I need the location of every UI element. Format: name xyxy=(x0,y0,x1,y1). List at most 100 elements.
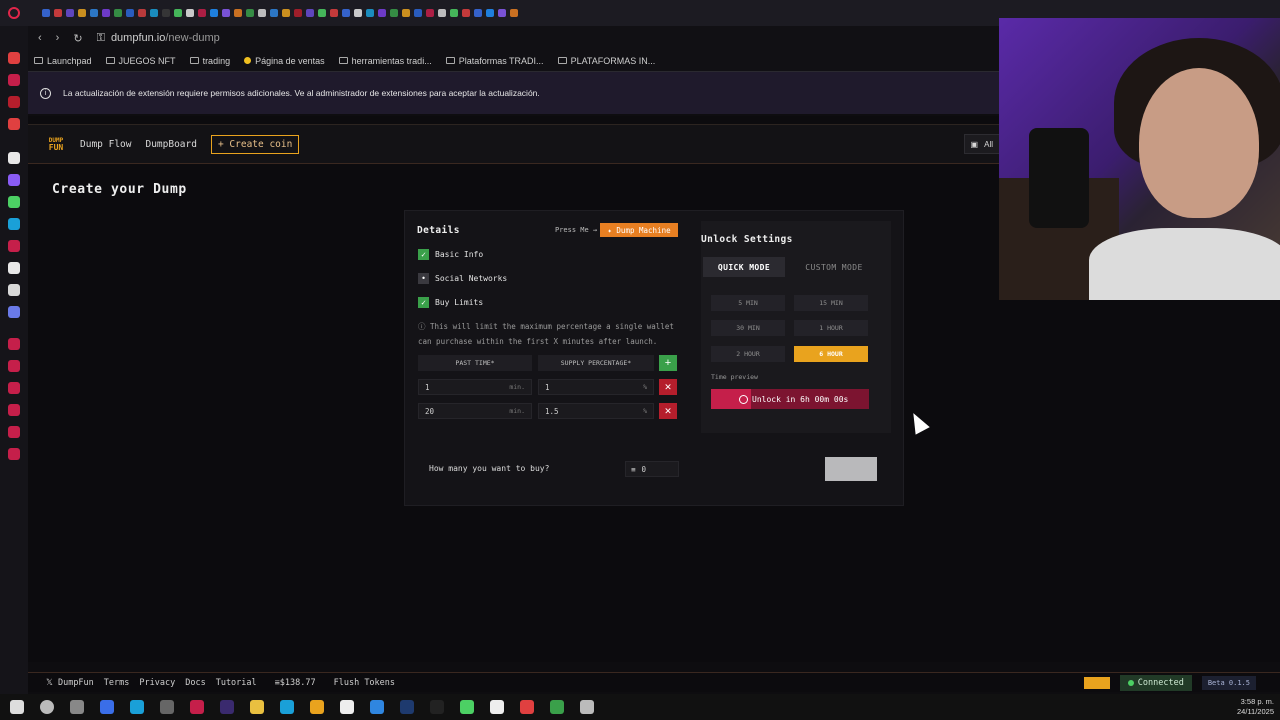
settings-icon[interactable] xyxy=(8,448,20,460)
bookmark-item[interactable]: PLATAFORMAS IN... xyxy=(557,56,655,66)
flush-tokens-button[interactable]: Flush Tokens xyxy=(334,678,395,688)
app-icon[interactable] xyxy=(550,700,564,714)
delete-limit-button[interactable]: ✕ xyxy=(659,403,677,419)
pinned-tab-icon[interactable] xyxy=(486,9,494,17)
tab-quick-mode[interactable]: QUICK MODE xyxy=(703,257,785,277)
bookmark-item[interactable]: Launchpad xyxy=(34,56,92,66)
time-option-30-min[interactable]: 30 MIN xyxy=(711,320,785,336)
chrome-icon[interactable] xyxy=(310,700,324,714)
x-icon[interactable] xyxy=(8,284,20,296)
task-view-icon[interactable] xyxy=(70,700,84,714)
pinned-tab-icon[interactable] xyxy=(294,9,302,17)
supply-input[interactable]: 1.5% xyxy=(538,403,654,419)
telegram-icon[interactable] xyxy=(8,218,20,230)
past-time-input[interactable]: 20 min. xyxy=(418,403,532,419)
sidebar-app-icon[interactable] xyxy=(8,52,20,64)
url-field[interactable]: ⚿ dumpfun.io/new-dump xyxy=(97,32,220,45)
pinned-tab-icon[interactable] xyxy=(186,9,194,17)
system-clock[interactable]: 3:58 p. m. 24/11/2025 xyxy=(1237,697,1274,717)
pinned-tab-icon[interactable] xyxy=(126,9,134,17)
time-option-5-min[interactable]: 5 MIN xyxy=(711,295,785,311)
pinned-tab-icon[interactable] xyxy=(282,9,290,17)
dump-machine-button[interactable]: ✦ Dump Machine xyxy=(600,223,678,237)
pinned-tab-icon[interactable] xyxy=(438,9,446,17)
search-icon[interactable] xyxy=(40,700,54,714)
pinned-tab-icon[interactable] xyxy=(54,9,62,17)
bookmark-item[interactable]: Página de ventas xyxy=(244,56,325,66)
sidebar-app-icon[interactable] xyxy=(8,382,20,394)
pinned-tab-icon[interactable] xyxy=(150,9,158,17)
pinned-tab-icon[interactable] xyxy=(138,9,146,17)
pinned-tab-icon[interactable] xyxy=(306,9,314,17)
pinned-tab-icon[interactable] xyxy=(426,9,434,17)
sidebar-app-icon[interactable] xyxy=(8,118,20,130)
back-icon[interactable]: ‹ xyxy=(38,32,42,44)
sidebar-app-icon[interactable] xyxy=(8,404,20,416)
app-icon[interactable] xyxy=(160,700,174,714)
pinned-tab-icon[interactable] xyxy=(234,9,242,17)
copilot-icon[interactable] xyxy=(100,700,114,714)
browser-logo-icon[interactable] xyxy=(8,7,20,19)
submit-button[interactable] xyxy=(825,457,877,481)
dumpfun-logo[interactable]: DUMP FUN xyxy=(46,137,66,152)
pinned-tab-icon[interactable] xyxy=(354,9,362,17)
pinned-tab-icon[interactable] xyxy=(174,9,182,17)
checkbox-icon[interactable]: ✓ xyxy=(418,249,429,260)
sidebar-app-icon[interactable] xyxy=(8,338,20,350)
check-basic-info[interactable]: ✓ Basic Info xyxy=(418,249,483,260)
pinned-tab-icon[interactable] xyxy=(114,9,122,17)
pinned-tab-icon[interactable] xyxy=(78,9,86,17)
app-icon[interactable] xyxy=(490,700,504,714)
pinned-tab-icon[interactable] xyxy=(342,9,350,17)
capcut-icon[interactable] xyxy=(340,700,354,714)
twitch-icon[interactable] xyxy=(8,174,20,186)
pinned-tab-icon[interactable] xyxy=(462,9,470,17)
checkbox-icon[interactable]: • xyxy=(418,273,429,284)
pinned-tab-icon[interactable] xyxy=(390,9,398,17)
pinned-tab-icon[interactable] xyxy=(378,9,386,17)
discord-icon[interactable] xyxy=(8,306,20,318)
pinned-tab-icon[interactable] xyxy=(246,9,254,17)
whatsapp-icon[interactable] xyxy=(8,196,20,208)
tab-custom-mode[interactable]: CUSTOM MODE xyxy=(793,257,875,277)
footer-docs-link[interactable]: Docs xyxy=(185,678,205,688)
app-icon[interactable] xyxy=(430,700,444,714)
premiere-icon[interactable] xyxy=(220,700,234,714)
chrome-icon[interactable] xyxy=(520,700,534,714)
reload-icon[interactable]: ↻ xyxy=(73,32,82,45)
pinned-tab-icon[interactable] xyxy=(330,9,338,17)
wallet-button[interactable]: ▣ All xyxy=(963,134,1000,154)
time-option-2-hour[interactable]: 2 HOUR xyxy=(711,346,785,362)
pinned-tab-icon[interactable] xyxy=(210,9,218,17)
pinned-tab-icon[interactable] xyxy=(102,9,110,17)
edge-icon[interactable] xyxy=(130,700,144,714)
time-option-15-min[interactable]: 15 MIN xyxy=(794,295,868,311)
pinned-tab-icon[interactable] xyxy=(258,9,266,17)
forward-icon[interactable]: › xyxy=(56,32,60,44)
sidebar-app-icon[interactable] xyxy=(8,74,20,86)
checkbox-icon[interactable]: ✓ xyxy=(418,297,429,308)
windows-start-icon[interactable] xyxy=(10,700,24,714)
pinned-tab-icon[interactable] xyxy=(66,9,74,17)
pinned-tab-icon[interactable] xyxy=(498,9,506,17)
pinned-tab-icon[interactable] xyxy=(270,9,278,17)
folder-icon[interactable] xyxy=(250,700,264,714)
pinned-tab-icon[interactable] xyxy=(90,9,98,17)
time-option-1-hour[interactable]: 1 HOUR xyxy=(794,320,868,336)
sidebar-app-icon[interactable] xyxy=(8,360,20,372)
bookmark-item[interactable]: herramientas tradi... xyxy=(338,56,432,66)
sidebar-app-icon[interactable] xyxy=(8,96,20,108)
pinned-tab-icon[interactable] xyxy=(42,9,50,17)
pinned-tab-icon[interactable] xyxy=(198,9,206,17)
sidebar-app-icon[interactable] xyxy=(8,426,20,438)
pinned-tab-icon[interactable] xyxy=(450,9,458,17)
pinned-tab-icon[interactable] xyxy=(510,9,518,17)
buy-amount-input[interactable]: ≡ 0 xyxy=(625,461,679,477)
bookmark-item[interactable]: JUEGOS NFT xyxy=(105,56,176,66)
app-icon[interactable] xyxy=(370,700,384,714)
instagram-icon[interactable] xyxy=(8,240,20,252)
nav-create-coin[interactable]: + Create coin xyxy=(210,134,300,154)
nav-dump-flow[interactable]: Dump Flow xyxy=(80,139,131,150)
pinned-tab-icon[interactable] xyxy=(162,9,170,17)
pinned-tab-icon[interactable] xyxy=(222,9,230,17)
